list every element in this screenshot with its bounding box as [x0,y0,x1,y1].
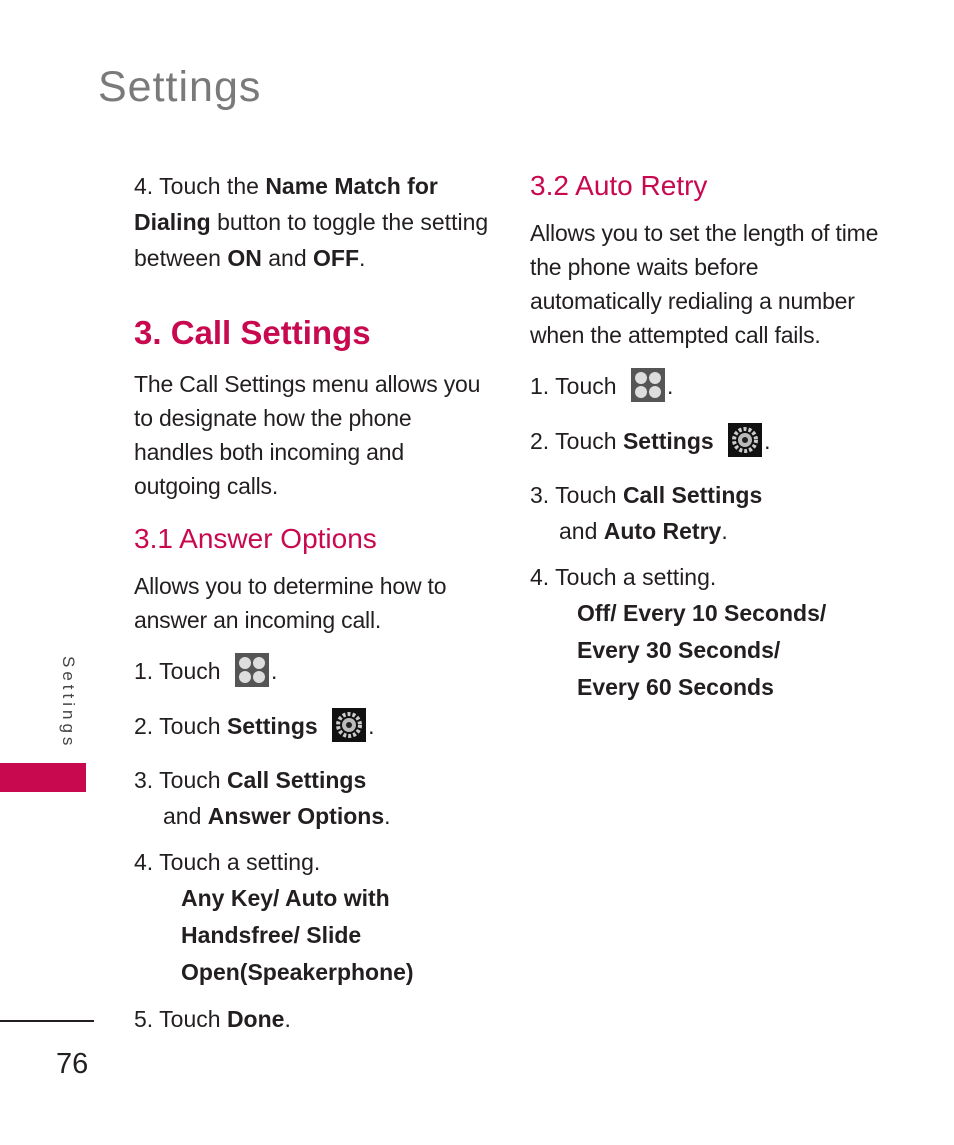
step-number: 4. [530,564,550,590]
side-tab-marker [0,763,86,792]
option-line: Any Key/ Auto with [181,885,390,911]
step-number: 2. [134,713,154,739]
right-column: 3.2 Auto Retry Allows you to set the len… [530,168,890,706]
answer-step-5: 5. Touch Done. [134,1001,494,1037]
done-label: Done [226,1006,285,1032]
step-text: Touch [555,428,617,454]
on-label: ON [227,245,262,271]
option-line: Every 60 Seconds [577,674,774,700]
section-body: The Call Settings menu allows you to des… [134,371,481,499]
step-number: 4. [134,849,154,875]
settings-gear-icon[interactable] [728,422,763,457]
step-text: Touch a setting. [159,849,321,875]
step-text: and [268,245,307,271]
step-number: 3. [530,482,550,508]
step-text: Touch the [159,173,259,199]
apps-grid-icon[interactable] [234,652,269,687]
apps-grid-icon[interactable] [630,367,665,402]
answer-options-body: Allows you to determine how to answer an… [134,573,447,633]
answer-step-4: 4. Touch a setting. [134,844,494,880]
settings-label: Settings [226,713,318,739]
name-match-step: 4. Touch the Name Match for Dialing butt… [134,168,494,276]
retry-step-4: 4. Touch a setting. [530,559,890,595]
step-number: 5. [134,1006,154,1032]
period: . [359,245,366,271]
period: . [368,713,375,739]
answer-options-list: Any Key/ Auto with Handsfree/ Slide Open… [134,880,494,991]
step-number: 2. [530,428,550,454]
step-text: Touch [555,482,617,508]
off-label: OFF [313,245,360,271]
period: . [666,373,674,399]
period: . [284,1006,291,1032]
retry-step-1: 1. Touch . [530,367,890,404]
auto-retry-body: Allows you to set the length of time the… [530,220,879,348]
step-number: 3. [134,767,154,793]
period: . [270,658,278,684]
step-text: Touch a setting. [555,564,717,590]
step-number: 4. [134,173,154,199]
answer-step-1: 1. Touch . [134,652,494,689]
step-text: and [163,803,202,829]
step-text: Touch [555,373,617,399]
answer-step-2: 2. Touch Settings . [134,707,494,744]
step-text: Touch [159,713,221,739]
auto-retry-label: Auto Retry [603,518,722,544]
footer-rule [0,1020,94,1022]
settings-gear-icon[interactable] [332,707,367,742]
subsection-heading-answer-options: 3.1 Answer Options [134,523,377,554]
page-title: Settings [98,63,262,111]
retry-step-3: 3. Touch Call Settings and Auto Retry. [530,477,890,549]
auto-retry-options-list: Off/ Every 10 Seconds/ Every 30 Seconds/… [530,595,890,706]
step-text: Touch [159,767,221,793]
period: . [764,428,771,454]
step-text: Touch [159,658,221,684]
call-settings-label: Call Settings [226,767,367,793]
step-text: Touch [159,1006,221,1032]
step-text: and [559,518,598,544]
option-line: Open(Speakerphone) [181,959,414,985]
subsection-heading-auto-retry: 3.2 Auto Retry [530,170,708,201]
period: . [721,518,728,544]
option-line: Every 30 Seconds/ [577,637,781,663]
option-line: Handsfree/ Slide [181,922,362,948]
page-number: 76 [56,1048,89,1080]
step-number: 1. [530,373,550,399]
section-heading-call-settings: 3. Call Settings [134,314,371,351]
settings-label: Settings [622,428,714,454]
option-line: Off/ Every 10 Seconds/ [577,600,827,626]
left-column: 4. Touch the Name Match for Dialing butt… [134,168,494,1037]
step-number: 1. [134,658,154,684]
retry-step-2: 2. Touch Settings . [530,422,890,459]
period: . [384,803,391,829]
answer-step-3: 3. Touch Call Settings and Answer Option… [134,762,494,834]
call-settings-label: Call Settings [622,482,763,508]
side-tab-label: Settings [59,656,78,750]
answer-options-label: Answer Options [207,803,385,829]
